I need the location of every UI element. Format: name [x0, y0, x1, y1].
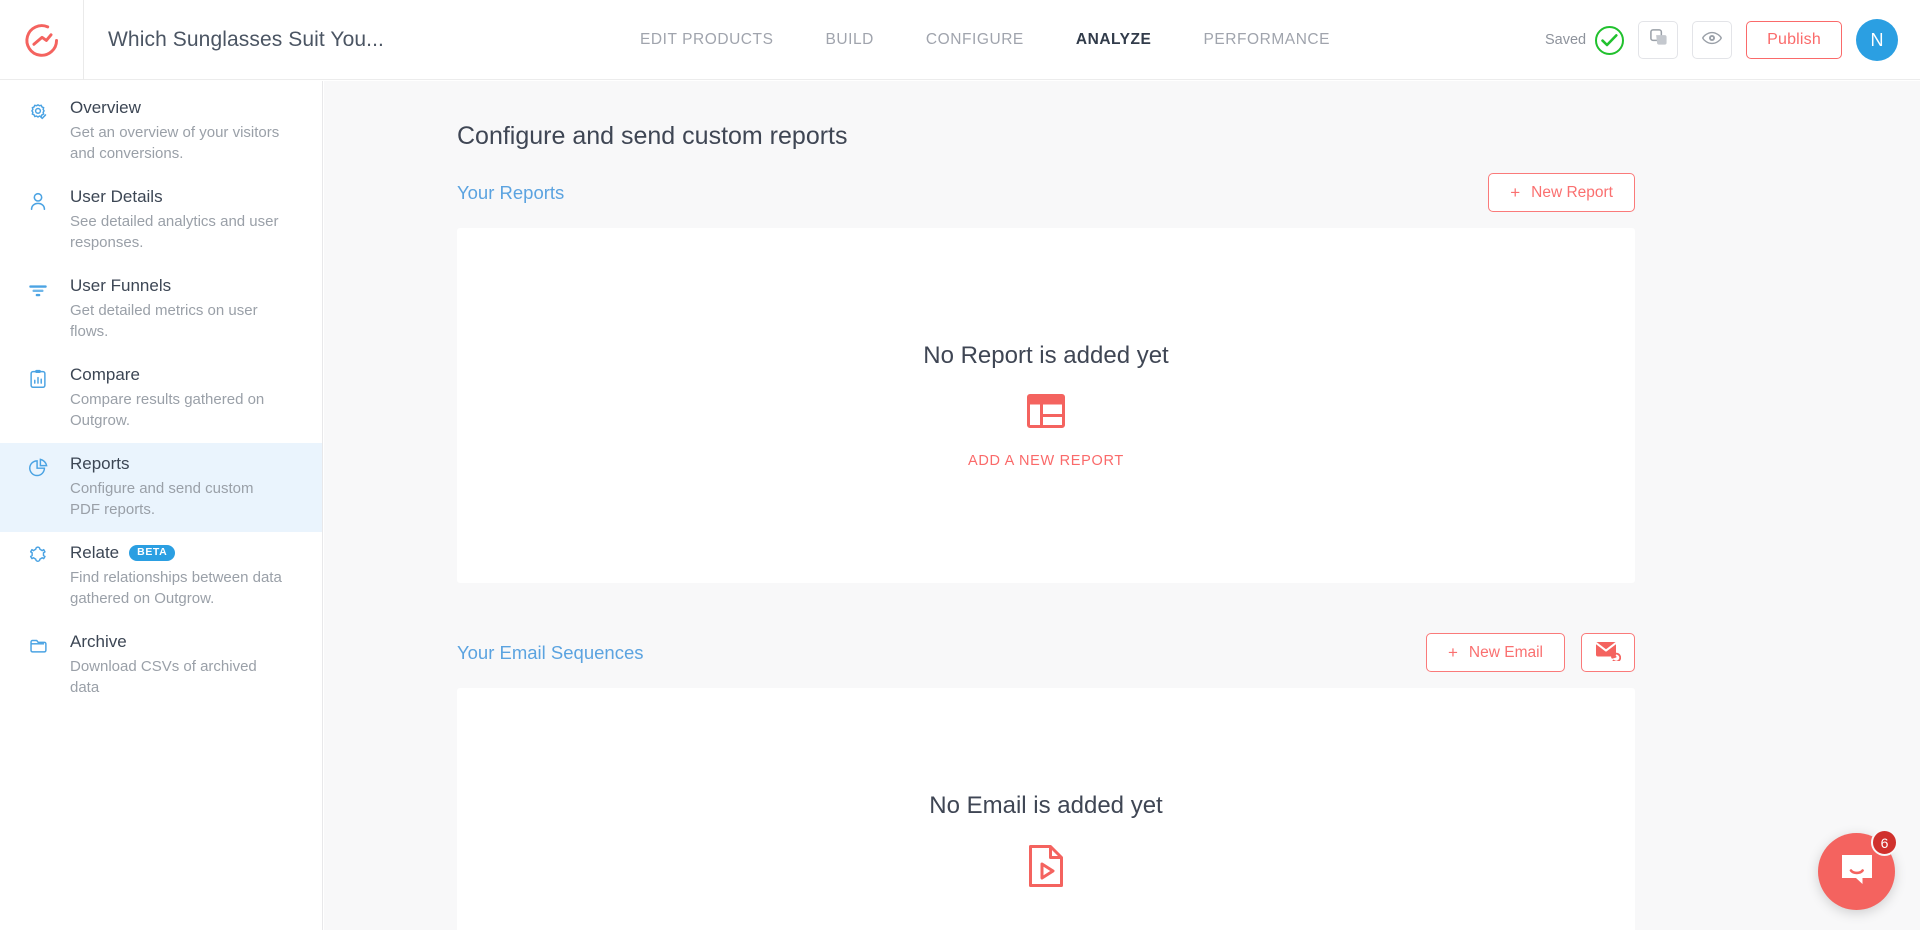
save-status: Saved	[1544, 25, 1625, 55]
check-circle-icon	[1595, 25, 1625, 55]
sidebar-item-desc: Get an overview of your visitors and con…	[70, 124, 280, 162]
sidebar-item-user-funnels[interactable]: User Funnels Get detailed metrics on use…	[0, 265, 322, 354]
new-email-button[interactable]: + New Email	[1425, 633, 1565, 672]
sidebar-item-archive[interactable]: Archive Download CSVs of archived data	[0, 621, 322, 710]
sidebar-item-compare[interactable]: Compare Compare results gathered on Outg…	[0, 354, 322, 443]
add-new-report-link[interactable]: ADD A NEW REPORT	[968, 453, 1124, 469]
sidebar-item-desc: Configure and send custom PDF reports.	[70, 480, 254, 518]
sidebar-item-label: User Details	[70, 187, 163, 206]
document-play-icon	[1028, 844, 1064, 893]
emails-empty-card: No Email is added yet	[457, 688, 1635, 930]
sidebar-item-label: Compare	[70, 365, 140, 384]
beta-badge: BETA	[129, 545, 176, 561]
document-title: Which Sunglasses Suit You...	[108, 27, 384, 51]
page-title: Configure and send custom reports	[457, 122, 848, 150]
outgrow-logo-icon	[23, 21, 61, 59]
sidebar-item-desc: Get detailed metrics on user flows.	[70, 302, 258, 340]
new-report-label: New Report	[1531, 183, 1613, 201]
saved-label: Saved	[1544, 32, 1587, 48]
funnel-icon	[26, 278, 50, 302]
tab-analyze[interactable]: ANALYZE	[1076, 31, 1152, 49]
app-logo[interactable]	[0, 0, 84, 80]
preview-button[interactable]	[1692, 21, 1733, 59]
sidebar-item-user-details[interactable]: User Details See detailed analytics and …	[0, 176, 322, 265]
mail-sync-icon	[1595, 639, 1622, 666]
tab-build[interactable]: BUILD	[825, 31, 873, 49]
top-bar: Which Sunglasses Suit You... EDIT PRODUC…	[0, 0, 1920, 80]
reports-section-header: Your Reports + New Report	[457, 173, 1635, 212]
reports-empty-title: No Report is added yet	[923, 342, 1169, 369]
new-email-label: New Email	[1468, 643, 1543, 661]
folder-icon	[26, 634, 50, 658]
sidebar-item-relate[interactable]: Relate BETA Find relationships between d…	[0, 532, 322, 621]
tab-performance[interactable]: PERFORMANCE	[1203, 31, 1330, 49]
sidebar-item-label: Overview	[70, 98, 141, 117]
duplicate-icon	[1649, 28, 1668, 52]
sidebar-item-label: Archive	[70, 632, 127, 651]
reports-section-label: Your Reports	[457, 181, 565, 203]
pie-chart-icon	[26, 456, 50, 480]
puzzle-icon	[26, 545, 50, 569]
mail-sync-button[interactable]	[1581, 633, 1635, 672]
chat-bubble-icon	[1839, 852, 1875, 891]
sidebar: Overview Get an overview of your visitor…	[0, 81, 323, 930]
emails-section-label: Your Email Sequences	[457, 641, 644, 663]
sidebar-item-label: User Funnels	[70, 276, 172, 295]
reports-empty-card: No Report is added yet ADD A NEW REPORT	[457, 228, 1635, 583]
emails-empty-title: No Email is added yet	[929, 792, 1163, 819]
main-content: Configure and send custom reports Your R…	[324, 81, 1920, 930]
sidebar-item-overview[interactable]: Overview Get an overview of your visitor…	[0, 87, 322, 176]
plus-icon: +	[1510, 183, 1521, 202]
avatar[interactable]: N	[1856, 19, 1898, 61]
sidebar-item-desc: See detailed analytics and user response…	[70, 213, 279, 251]
table-grid-icon	[1027, 394, 1065, 433]
plus-icon: +	[1447, 643, 1458, 662]
sidebar-item-desc: Find relationships between data gathered…	[70, 569, 282, 607]
chat-unread-badge: 6	[1871, 829, 1898, 856]
user-icon	[26, 189, 50, 213]
gear-check-icon	[26, 100, 50, 124]
sidebar-item-reports[interactable]: Reports Configure and send custom PDF re…	[0, 443, 322, 532]
new-report-button[interactable]: + New Report	[1488, 173, 1635, 212]
sidebar-item-label: Relate	[70, 543, 120, 562]
clipboard-chart-icon	[26, 367, 50, 391]
eye-icon	[1702, 31, 1723, 50]
tab-configure[interactable]: CONFIGURE	[926, 31, 1024, 49]
tab-edit-products[interactable]: EDIT PRODUCTS	[640, 31, 773, 49]
top-bar-actions: Saved Publish N	[1545, 0, 1898, 80]
publish-button[interactable]: Publish	[1746, 21, 1842, 59]
sidebar-item-desc: Compare results gathered on Outgrow.	[70, 391, 265, 429]
duplicate-button[interactable]	[1638, 21, 1679, 59]
sidebar-item-desc: Download CSVs of archived data	[70, 658, 257, 696]
main-nav: EDIT PRODUCTS BUILD CONFIGURE ANALYZE PE…	[640, 0, 1330, 80]
emails-section-header: Your Email Sequences + New Email	[457, 633, 1635, 672]
sidebar-item-label: Reports	[70, 454, 130, 473]
